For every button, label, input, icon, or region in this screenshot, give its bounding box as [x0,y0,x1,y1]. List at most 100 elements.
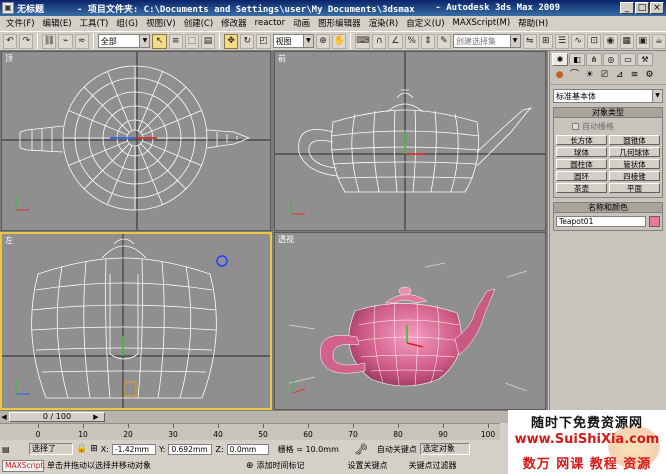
spacewarps-icon[interactable]: ≋ [628,69,641,82]
lights-icon[interactable]: ☀ [583,69,596,82]
maxscript-listener-icon[interactable]: ▤ [2,445,26,454]
render-setup-icon[interactable]: ▦ [619,33,634,49]
spinner-snap-icon[interactable]: ⇕ [420,33,435,49]
menu-group[interactable]: 组(G) [112,17,142,29]
modify-tab-icon[interactable]: ◧ [569,53,585,66]
reference-coord-dropdown[interactable]: 视图 ▼ [272,34,314,48]
menu-edit[interactable]: 编辑(E) [39,17,76,29]
box-button[interactable]: 长方体 [556,135,607,145]
rollout-title[interactable]: 对象类型 [554,108,662,118]
viewport-perspective[interactable]: 透视 [274,232,546,410]
display-tab-icon[interactable]: ▭ [620,53,636,66]
selected-objects-dropdown[interactable]: 选定对象 [419,443,470,455]
edit-named-selection-icon[interactable]: ✎ [436,33,451,49]
mirror-icon[interactable]: ⇋ [522,33,537,49]
next-frame-icon[interactable]: ▶ [92,412,100,422]
cameras-icon[interactable]: ⎚ [598,69,611,82]
select-scale-icon[interactable]: ◰ [256,33,271,49]
pivot-center-icon[interactable]: ⊕ [315,33,331,49]
menu-animation[interactable]: 动画 [289,17,314,29]
geosphere-button[interactable]: 几何球体 [609,147,660,157]
systems-icon[interactable]: ⚙ [643,69,656,82]
prev-frame-icon[interactable]: ◀ [0,412,8,422]
link-icon[interactable]: ⛓ [42,33,57,49]
menu-maxscript[interactable]: MAXScript(M) [449,18,515,28]
undo-icon[interactable]: ↶ [3,33,18,49]
align-icon[interactable]: ⊞ [538,33,553,49]
object-color-swatch[interactable] [649,216,660,227]
auto-key-button[interactable]: 自动关键点 [377,444,417,455]
geometry-icon[interactable]: ● [553,69,566,82]
selection-filter-dropdown[interactable]: 全部 ▼ [97,34,151,48]
named-selection-dropdown[interactable]: 创建选择集 ▼ [453,34,521,48]
maxscript-mini-listener[interactable]: MAXScript. [2,459,46,472]
menu-graph-editors[interactable]: 图形编辑器 [314,17,365,29]
material-editor-icon[interactable]: ◉ [603,33,618,49]
torus-button[interactable]: 圆环 [556,171,607,181]
menu-reactor[interactable]: reactor [251,18,289,28]
pyramid-button[interactable]: 四棱锥 [609,171,660,181]
y-coord-input[interactable]: 0.692mm [168,443,213,455]
snap-toggle-icon[interactable]: ∩ [372,33,387,49]
menu-create[interactable]: 创建(C) [180,17,218,29]
quick-render-icon[interactable]: ☕ [651,33,666,49]
render-frame-icon[interactable]: ▣ [635,33,650,49]
menu-file[interactable]: 文件(F) [2,17,39,29]
object-name-input[interactable]: Teapot01 [556,216,646,227]
plane-button[interactable]: 平面 [609,183,660,193]
select-manipulate-icon[interactable]: ✋ [332,33,347,49]
unlink-icon[interactable]: ⌁ [58,33,73,49]
select-rotate-icon[interactable]: ↻ [240,33,255,49]
redo-icon[interactable]: ↷ [19,33,34,49]
menu-views[interactable]: 视图(V) [142,17,179,29]
utilities-tab-icon[interactable]: ⚒ [637,53,653,66]
viewport-left[interactable]: 左 [0,232,272,410]
close-button[interactable]: × [650,2,664,14]
minimize-button[interactable]: _ [620,2,634,14]
key-filters-button[interactable]: 关键点过滤器 [409,460,457,471]
time-slider[interactable]: 0 / 100 [9,412,105,422]
menu-rendering[interactable]: 渲染(R) [365,17,403,29]
helpers-icon[interactable]: ⊿ [613,69,626,82]
time-tag-icon[interactable]: ⊕ [246,461,254,471]
lock-selection-icon[interactable]: 🔒 [76,444,87,454]
tube-button[interactable]: 管状体 [609,159,660,169]
select-move-icon[interactable]: ✥ [224,33,239,49]
add-time-tag-button[interactable]: 添加时间标记 [257,460,325,471]
transform-mode-icon[interactable]: ⊞ [90,444,98,454]
bind-spacewarp-icon[interactable]: ≈ [74,33,89,49]
shapes-icon[interactable]: ⌒ [568,69,581,82]
layer-manager-icon[interactable]: ☰ [554,33,570,49]
viewport-front[interactable]: 前 [274,51,546,231]
z-coord-input[interactable]: 0.0mm [226,443,269,455]
cylinder-button[interactable]: 圆柱体 [556,159,607,169]
create-tab-icon[interactable]: ✱ [552,53,568,66]
window-crossing-icon[interactable]: ▤ [200,33,216,49]
set-key-button[interactable]: 设置关键点 [348,460,392,471]
app-icon[interactable]: ▣ [2,2,14,14]
select-object-icon[interactable]: ↖ [152,33,167,49]
angle-snap-icon[interactable]: ∠ [388,33,403,49]
cone-button[interactable]: 圆锥体 [609,135,660,145]
motion-tab-icon[interactable]: ◎ [603,53,619,66]
menu-modifiers[interactable]: 修改器 [217,17,251,29]
sphere-button[interactable]: 球体 [556,147,607,157]
keyboard-shortcut-icon[interactable]: ⌨ [355,33,371,49]
maximize-button[interactable]: □ [635,2,649,14]
select-by-name-icon[interactable]: ≡ [168,33,183,49]
viewport-top[interactable]: 顶 [1,51,271,231]
geometry-category-dropdown[interactable]: 标准基本体 ▼ [553,89,663,103]
menu-tools[interactable]: 工具(T) [76,17,113,29]
menu-customize[interactable]: 自定义(U) [402,17,448,29]
autogrid-checkbox[interactable]: 自动栅格 [572,121,660,132]
region-select-icon[interactable]: ⬚ [184,33,199,49]
teapot-button[interactable]: 茶壶 [556,183,607,193]
key-icon[interactable]: 🗝 [354,443,368,456]
hierarchy-tab-icon[interactable]: ⋔ [586,53,602,66]
menu-help[interactable]: 帮助(H) [514,17,552,29]
x-coord-input[interactable]: -1.42mm [111,443,156,455]
curve-editor-icon[interactable]: ∿ [571,33,586,49]
rollout-title[interactable]: 名称和颜色 [554,203,662,213]
schematic-view-icon[interactable]: ⊡ [587,33,602,49]
percent-snap-icon[interactable]: % [404,33,419,49]
